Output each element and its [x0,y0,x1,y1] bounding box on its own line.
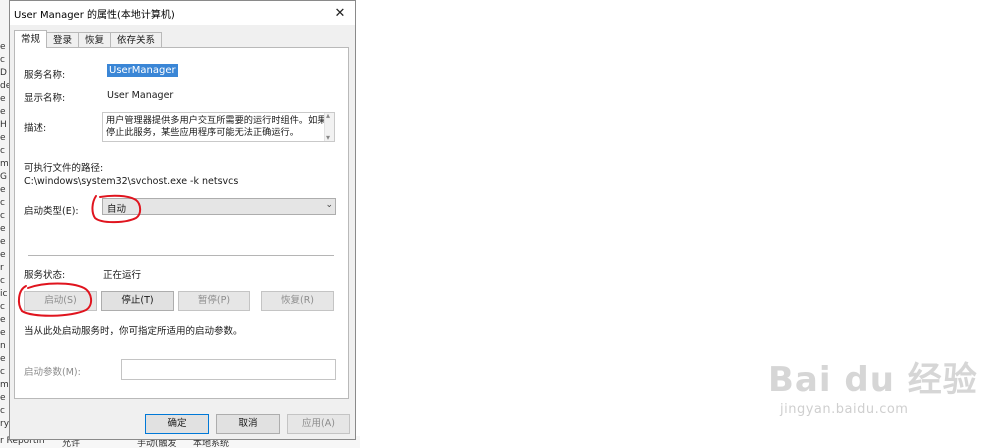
display-name-value[interactable]: User Manager [107,90,173,101]
baidu-jingyan-watermark: Bai du 经验 jingyan.baidu.com [768,352,988,432]
bg-strip-char: e [0,250,6,260]
pause-button[interactable]: 暂停(P) [178,291,250,311]
dialog-title: User Manager 的属性(本地计算机) [14,10,175,21]
bg-strip-char: e [0,393,6,403]
start-params-input[interactable] [121,359,336,380]
close-icon: ✕ [334,5,346,21]
bg-strip-char: e [0,94,6,104]
bg-strip-char: m [0,159,9,169]
startup-type-label: 启动类型(E): [24,206,79,217]
tab-general[interactable]: 常规 [14,30,48,48]
bg-strip-char: c [0,276,5,286]
start-button[interactable]: 启动(S) [24,291,97,311]
startup-type-value: 自动 [107,204,127,215]
properties-dialog: User Manager 的属性(本地计算机) ✕ 常规 登录 恢复 依存关系 … [9,0,356,440]
watermark-url: jingyan.baidu.com [780,402,909,417]
bg-strip-char: c [0,211,5,221]
bg-strip-char: G [0,172,7,182]
service-status-label: 服务状态: [24,270,66,281]
resume-button[interactable]: 恢复(R) [261,291,334,311]
bg-strip-char: e [0,328,6,338]
bg-strip-char: e [0,42,6,52]
description-label: 描述: [24,123,47,134]
display-name-label: 显示名称: [24,93,66,104]
tab-logon[interactable]: 登录 [46,32,80,48]
bg-strip-char: c [0,406,5,416]
close-button[interactable]: ✕ [325,1,355,25]
bg-strip-char: e [0,107,6,117]
executable-path-value[interactable]: C:\windows\system32\svchost.exe -k netsv… [24,176,238,187]
start-params-hint: 当从此处启动服务时，你可指定所适用的启动参数。 [24,326,243,337]
title-bar[interactable]: User Manager 的属性(本地计算机) ✕ [10,1,355,25]
ok-button[interactable]: 确定 [145,414,209,434]
tab-dependencies[interactable]: 依存关系 [110,32,163,48]
section-divider [28,255,334,256]
start-params-label: 启动参数(M): [24,367,81,378]
watermark-logo: Bai du 经验 [768,360,978,400]
tab-recovery[interactable]: 恢复 [78,32,112,48]
bg-strip-char: c [0,146,5,156]
executable-path-label: 可执行文件的路径: [24,163,104,174]
description-scrollbar[interactable] [324,110,334,144]
bg-strip-char: r [0,263,4,273]
service-name-label: 服务名称: [24,70,66,81]
stop-button[interactable]: 停止(T) [101,291,174,311]
bg-strip-char: e [0,315,6,325]
service-name-value[interactable]: UserManager [107,64,178,77]
bg-strip-char: c [0,55,5,65]
bg-strip-char: n [0,341,6,351]
apply-button[interactable]: 应用(A) [287,414,350,434]
bg-strip-char: D [0,68,7,78]
bg-strip-char: e [0,237,6,247]
description-text: 用户管理器提供多用户交互所需要的运行时组件。如果停止此服务，某些应用程序可能无法… [106,115,327,138]
bg-strip-char: c [0,367,5,377]
startup-type-select[interactable]: 自动 ⌄ [102,198,336,215]
tab-bar: 常规 登录 恢复 依存关系 [14,30,163,48]
general-panel: 服务名称: UserManager 显示名称: User Manager 描述:… [14,47,349,399]
description-box[interactable]: 用户管理器提供多用户交互所需要的运行时组件。如果停止此服务，某些应用程序可能无法… [102,110,335,144]
bg-strip-char: c [0,198,5,208]
chevron-down-icon: ⌄ [325,200,333,210]
service-status-value: 正在运行 [103,270,142,281]
bg-strip-char: ic [0,289,8,299]
bg-strip-char: ry [0,419,10,429]
bg-strip-char: H [0,120,7,130]
bg-strip-char: e [0,185,6,195]
bg-strip-char: m [0,380,9,390]
bg-strip-char: e [0,224,6,234]
bg-strip-char: c [0,302,5,312]
cancel-button[interactable]: 取消 [216,414,280,434]
bg-strip-char: e [0,133,6,143]
bg-strip-char: e [0,354,6,364]
